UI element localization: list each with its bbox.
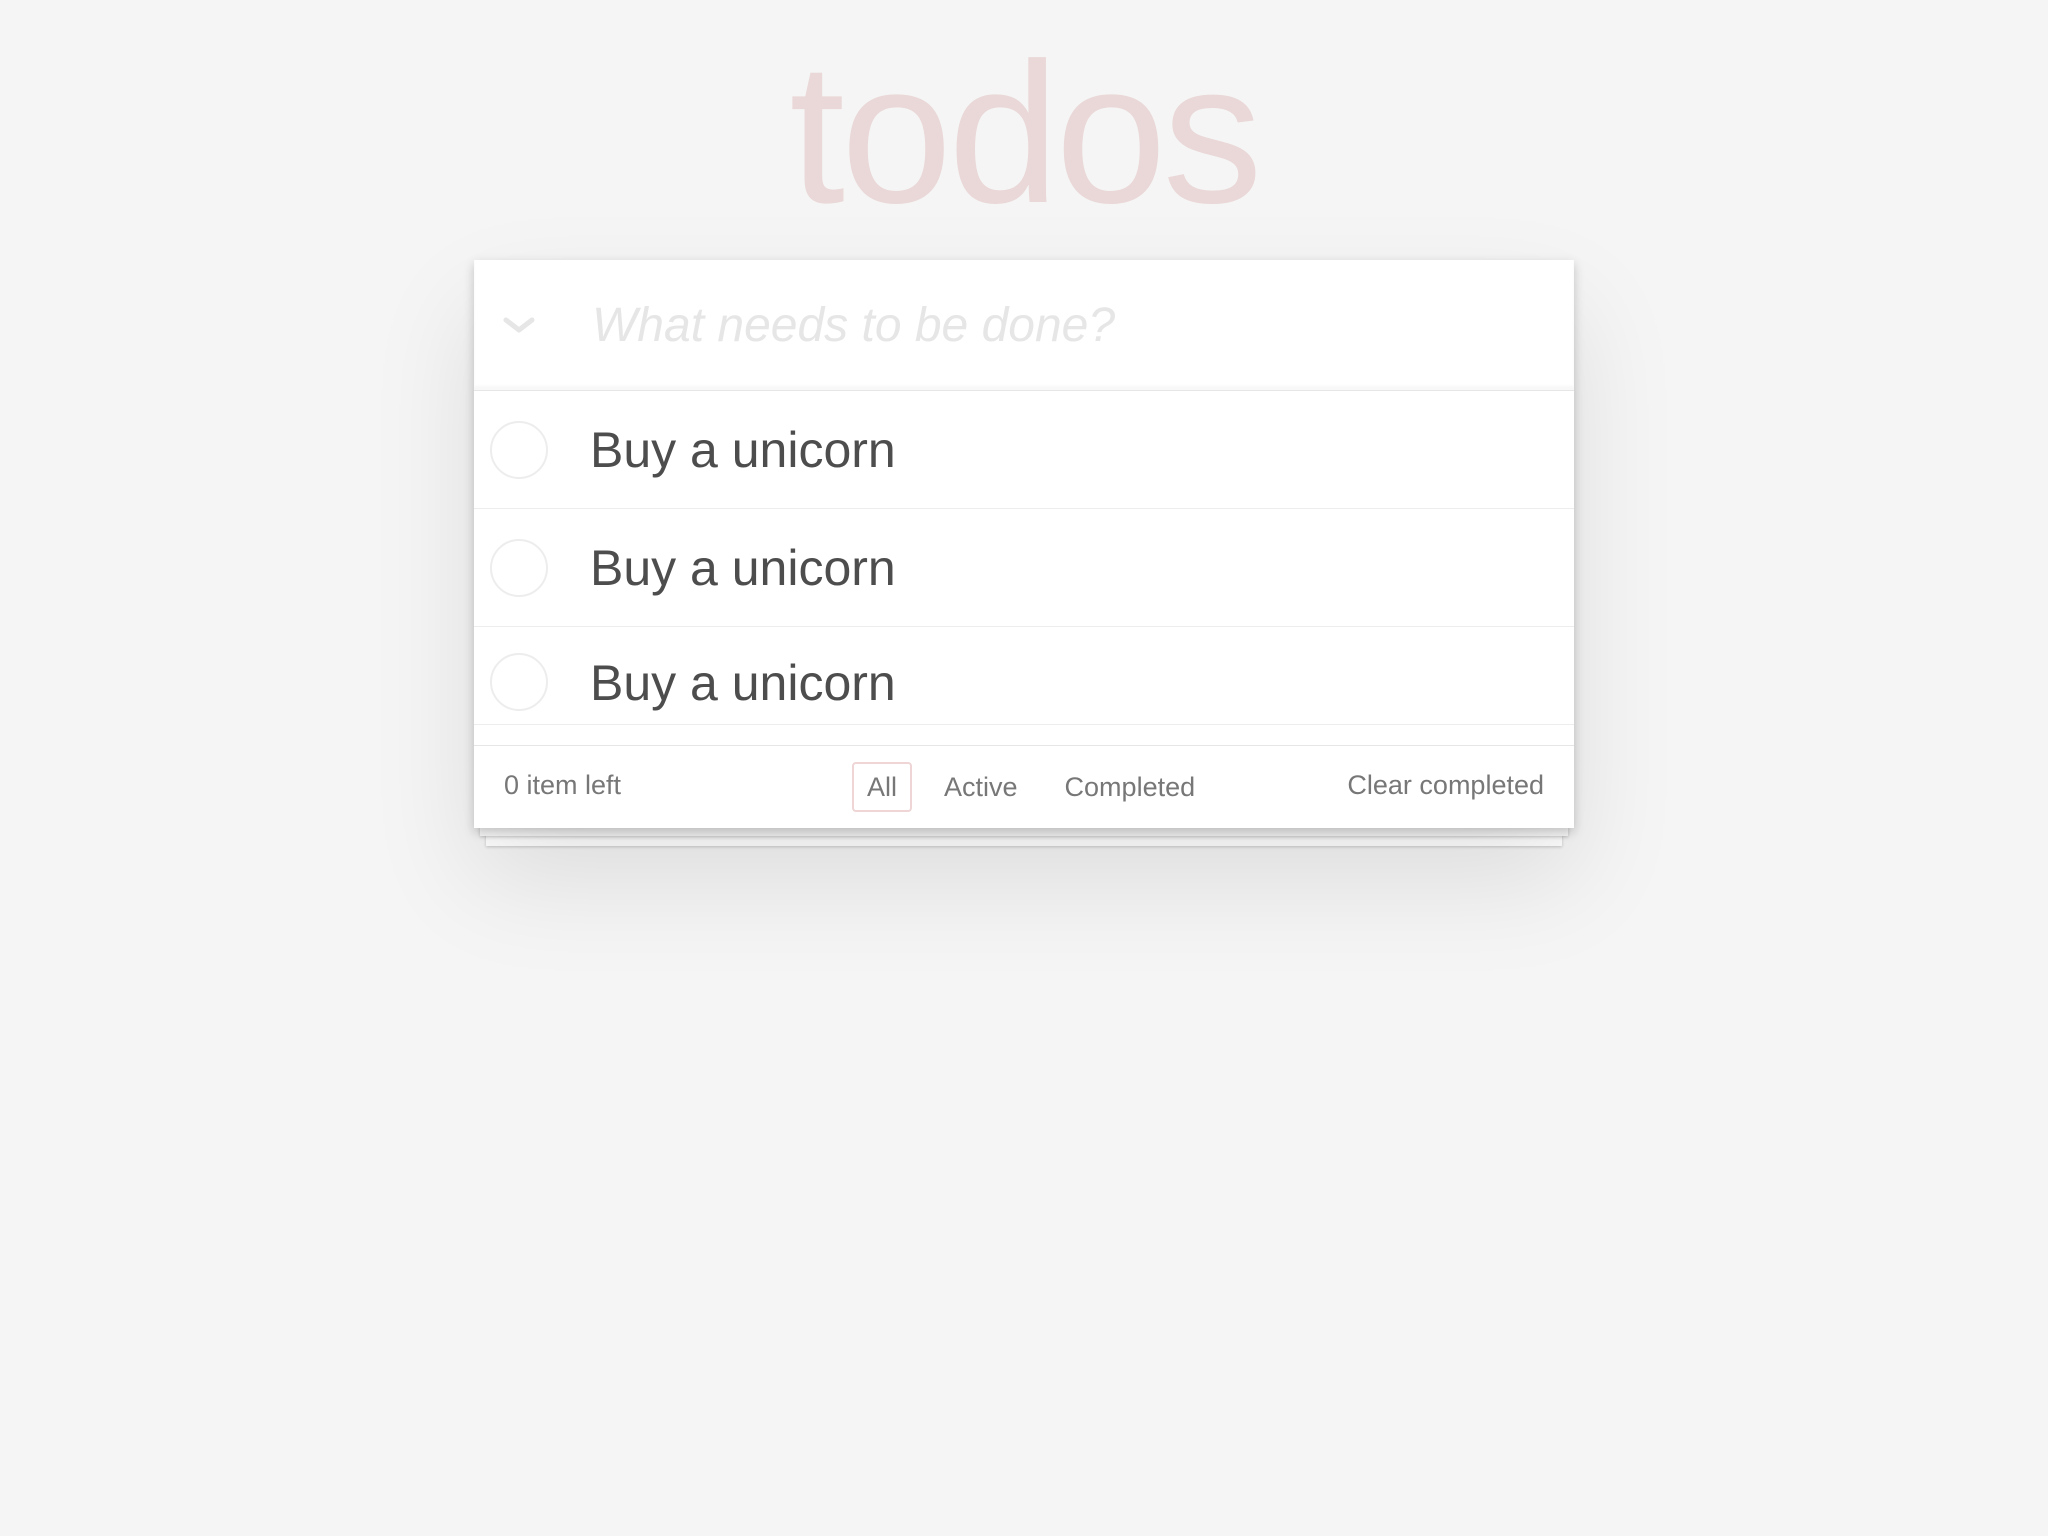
todo-count: 0 item left — [504, 770, 622, 800]
filter-all[interactable]: All — [852, 762, 913, 812]
new-todo-header — [474, 260, 1574, 391]
filter-list: All Active Completed — [852, 762, 1227, 812]
circle-checkbox-icon[interactable] — [490, 420, 548, 479]
todo-item[interactable]: Buy a unicorn — [474, 509, 1574, 627]
circle-checkbox-icon[interactable] — [490, 538, 548, 597]
circle-checkbox-icon[interactable] — [490, 653, 548, 711]
filter-active[interactable]: Active — [929, 762, 1033, 812]
filter-completed[interactable]: Completed — [1050, 762, 1211, 812]
todo-list: Buy a unicorn Buy a unicorn Buy a unicor… — [474, 391, 1574, 725]
new-todo-input[interactable] — [564, 275, 1574, 375]
todo-label[interactable]: Buy a unicorn — [590, 420, 896, 480]
todo-item[interactable]: Buy a unicorn — [474, 627, 1574, 725]
chevron-down-icon — [503, 317, 535, 333]
toggle-all-button[interactable] — [474, 260, 564, 390]
clear-completed-button[interactable]: Clear completed — [1347, 770, 1544, 801]
todo-app-card: Buy a unicorn Buy a unicorn Buy a unicor… — [474, 260, 1574, 828]
todo-label[interactable]: Buy a unicorn — [590, 538, 896, 598]
todo-footer: 0 item left All Active Completed Clear c… — [474, 745, 1574, 828]
todo-label[interactable]: Buy a unicorn — [590, 653, 896, 713]
todo-item[interactable]: Buy a unicorn — [474, 391, 1574, 509]
app-title: todos — [789, 22, 1262, 245]
